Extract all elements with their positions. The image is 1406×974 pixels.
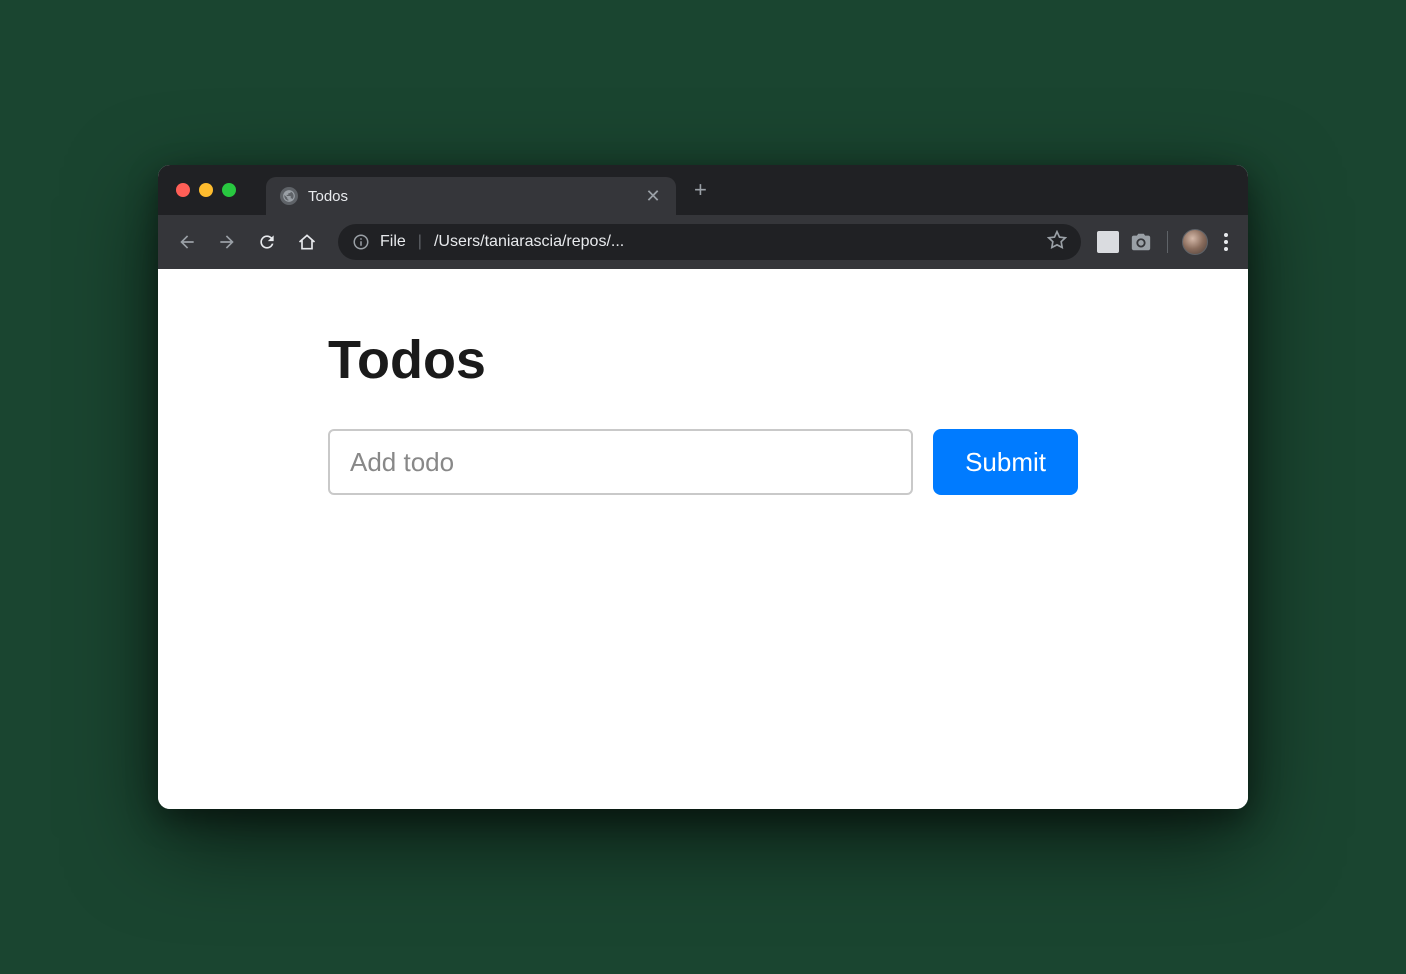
page-title: Todos bbox=[328, 329, 1078, 391]
window-maximize-button[interactable] bbox=[222, 183, 236, 197]
new-tab-button[interactable]: + bbox=[694, 177, 707, 203]
kebab-menu-icon[interactable] bbox=[1218, 227, 1234, 257]
todo-input[interactable] bbox=[328, 429, 913, 495]
reload-button[interactable] bbox=[252, 227, 282, 257]
browser-window: Todos ✕ + File | /Users/taniarascia/repo… bbox=[158, 165, 1248, 809]
camera-icon[interactable] bbox=[1129, 232, 1153, 252]
forward-button[interactable] bbox=[212, 227, 242, 257]
info-icon[interactable] bbox=[352, 233, 370, 251]
tab-title: Todos bbox=[308, 188, 634, 205]
toolbar-divider bbox=[1167, 231, 1168, 253]
todo-form: Submit bbox=[328, 429, 1078, 495]
bookmark-star-icon[interactable] bbox=[1047, 230, 1067, 255]
url-scheme: File bbox=[380, 233, 406, 251]
address-bar[interactable]: File | /Users/taniarascia/repos/... bbox=[338, 224, 1081, 260]
browser-tab[interactable]: Todos ✕ bbox=[266, 177, 676, 215]
back-button[interactable] bbox=[172, 227, 202, 257]
window-minimize-button[interactable] bbox=[199, 183, 213, 197]
profile-avatar[interactable] bbox=[1182, 229, 1208, 255]
submit-button[interactable]: Submit bbox=[933, 429, 1078, 495]
close-icon[interactable]: ✕ bbox=[644, 186, 662, 207]
window-controls bbox=[176, 183, 236, 197]
home-button[interactable] bbox=[292, 227, 322, 257]
browser-tab-strip: Todos ✕ + bbox=[158, 165, 1248, 215]
url-path: /Users/taniarascia/repos/... bbox=[434, 233, 1037, 251]
page-content: Todos Submit bbox=[158, 269, 1248, 809]
url-divider: | bbox=[418, 233, 422, 251]
window-close-button[interactable] bbox=[176, 183, 190, 197]
extension-icon[interactable] bbox=[1097, 231, 1119, 253]
globe-icon bbox=[280, 187, 298, 205]
browser-toolbar: File | /Users/taniarascia/repos/... bbox=[158, 215, 1248, 269]
